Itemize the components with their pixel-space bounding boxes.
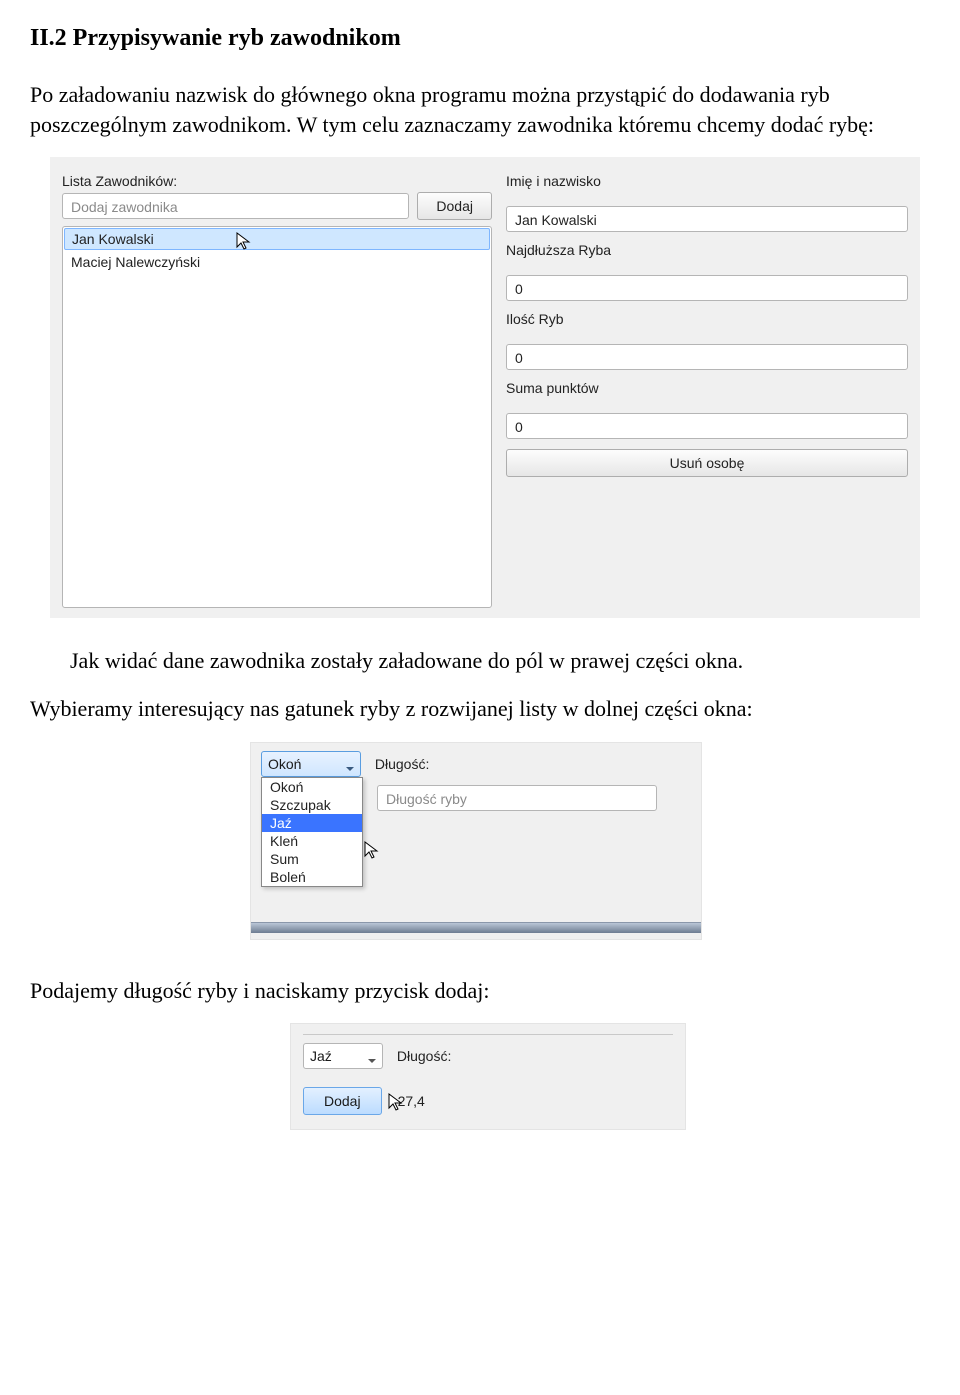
list-item[interactable]: Maciej Nalewczyński xyxy=(63,251,491,273)
list-item-label: Jan Kowalski xyxy=(72,231,154,247)
add-fish-button[interactable]: Dodaj xyxy=(303,1087,382,1115)
list-item[interactable]: Jan Kowalski xyxy=(64,228,490,250)
paragraph-2: Jak widać dane zawodnika zostały załadow… xyxy=(70,646,930,676)
length-label: Długość: xyxy=(375,751,429,777)
window-footer-bar xyxy=(251,922,701,933)
points-field[interactable]: 0 xyxy=(506,413,908,439)
divider xyxy=(303,1034,673,1035)
species-combobox[interactable]: Okoń xyxy=(261,751,361,777)
fish-count-field[interactable]: 0 xyxy=(506,344,908,370)
add-competitor-input[interactable]: Dodaj zawodnika xyxy=(62,193,409,219)
screenshot-add-fish: Jaź Długość: Dodaj 27,4 xyxy=(290,1023,686,1130)
species-combobox[interactable]: Jaź xyxy=(303,1043,383,1069)
points-label: Suma punktów xyxy=(506,380,908,396)
longest-fish-label: Najdłuższa Ryba xyxy=(506,242,908,258)
combobox-value: Okoń xyxy=(268,756,301,772)
competitor-listbox[interactable]: Jan Kowalski Maciej Nalewczyński xyxy=(62,226,492,608)
add-button[interactable]: Dodaj xyxy=(417,192,492,220)
list-label: Lista Zawodników: xyxy=(62,173,492,189)
paragraph-1: Po załadowaniu nazwisk do głównego okna … xyxy=(30,80,930,139)
longest-fish-field[interactable]: 0 xyxy=(506,275,908,301)
dropdown-option[interactable]: Okoń xyxy=(262,778,362,796)
screenshot-species-dropdown: Okoń Długość: Okoń Szczupak Jaź Kleń Sum… xyxy=(250,742,702,940)
fish-length-input[interactable]: Długość ryby xyxy=(377,785,657,811)
cursor-icon xyxy=(235,231,255,251)
left-pane: Lista Zawodników: Dodaj zawodnika Dodaj … xyxy=(62,167,492,608)
chevron-down-icon xyxy=(366,1050,378,1074)
section-heading: II.2 Przypisywanie ryb zawodnikom xyxy=(30,25,930,52)
delete-person-button[interactable]: Usuń osobę xyxy=(506,449,908,477)
dropdown-option[interactable]: Sum xyxy=(262,850,362,868)
fish-count-label: Ilość Ryb xyxy=(506,311,908,327)
dropdown-option[interactable]: Kleń xyxy=(262,832,362,850)
cursor-icon xyxy=(363,840,383,860)
right-pane: Imię i nazwisko Jan Kowalski Najdłuższa … xyxy=(506,167,908,608)
list-item-label: Maciej Nalewczyński xyxy=(71,254,200,270)
species-dropdown-list[interactable]: Okoń Szczupak Jaź Kleń Sum Boleń xyxy=(261,777,363,887)
name-label: Imię i nazwisko xyxy=(506,173,908,189)
screenshot-competitor-panel: Lista Zawodników: Dodaj zawodnika Dodaj … xyxy=(50,157,920,618)
paragraph-4: Podajemy długość ryby i naciskamy przyci… xyxy=(30,976,930,1006)
paragraph-3: Wybieramy interesujący nas gatunek ryby … xyxy=(30,694,930,724)
name-field[interactable]: Jan Kowalski xyxy=(506,206,908,232)
dropdown-option[interactable]: Jaź xyxy=(262,814,362,832)
cursor-icon xyxy=(387,1092,407,1112)
length-label: Długość: xyxy=(397,1043,451,1069)
combobox-value: Jaź xyxy=(310,1048,332,1064)
dropdown-option[interactable]: Boleń xyxy=(262,868,362,886)
dropdown-option[interactable]: Szczupak xyxy=(262,796,362,814)
